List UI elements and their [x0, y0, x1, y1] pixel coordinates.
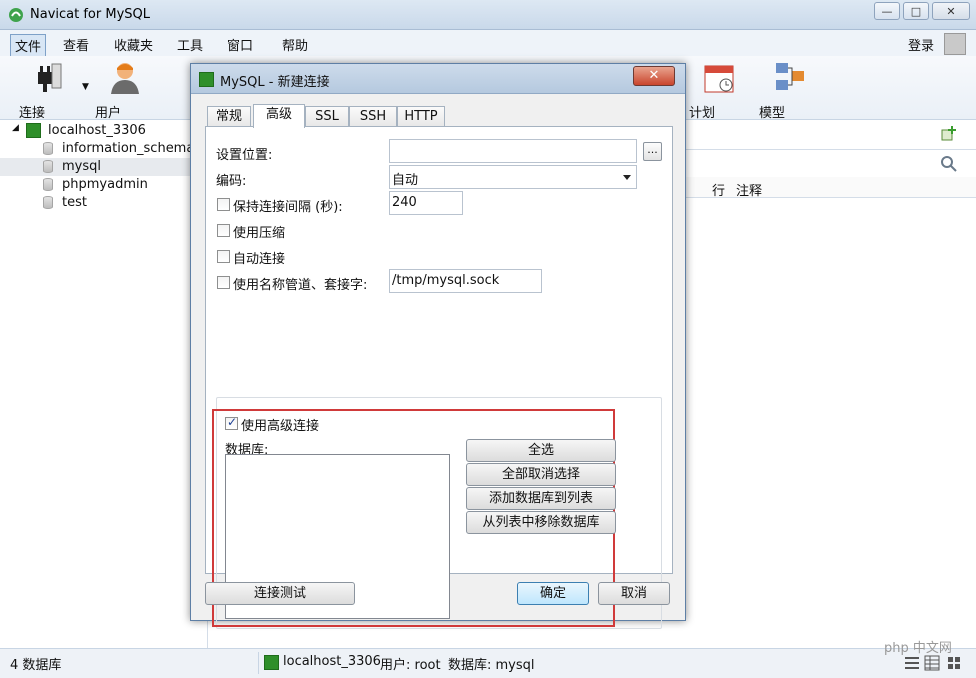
login-link[interactable]: 登录 — [908, 35, 934, 54]
autoconnect-label: 自动连接 — [233, 252, 286, 267]
settings-location-input[interactable] — [389, 139, 637, 163]
column-comment[interactable]: 注释 — [736, 180, 762, 199]
menu-window[interactable]: 窗口 — [223, 34, 257, 55]
database-icon — [43, 142, 53, 155]
window-title: Navicat for MySQL — [30, 7, 150, 22]
plug-icon — [38, 63, 62, 92]
menu-help[interactable]: 帮助 — [278, 34, 312, 55]
database-name: information_schema — [62, 141, 195, 156]
test-connection-button[interactable]: 连接测试 — [205, 582, 355, 605]
mysql-connection-icon — [199, 72, 214, 87]
minimize-button[interactable]: — — [874, 2, 900, 20]
tab-http[interactable]: HTTP — [397, 106, 445, 127]
tree-connection[interactable]: ◢ localhost_3306 — [0, 122, 208, 140]
tab-general[interactable]: 常规 — [207, 106, 251, 127]
menu-bar: 文件 查看 收藏夹 工具 窗口 帮助 登录 — [0, 30, 976, 57]
browse-button[interactable]: ... — [643, 142, 662, 161]
keepalive-label: 保持连接间隔 (秒): — [233, 200, 343, 215]
database-name: test — [62, 195, 87, 210]
expand-arrow-icon[interactable]: ◢ — [12, 123, 19, 133]
dialog-title-bar[interactable]: MySQL - 新建连接 ✕ — [191, 64, 685, 94]
add-table-icon[interactable] — [940, 125, 958, 143]
advanced-connection-checkbox[interactable] — [225, 415, 238, 430]
new-connection-dialog: MySQL - 新建连接 ✕ 常规 高级 SSL SSH HTTP 设置位置: … — [190, 63, 686, 629]
database-count: 4 数据库 — [10, 658, 62, 673]
database-icon — [43, 178, 53, 191]
tree-db-information-schema[interactable]: information_schema — [0, 140, 208, 158]
connection-name: localhost_3306 — [48, 123, 146, 138]
connect-label: 连接 — [19, 106, 46, 121]
database-icon — [43, 160, 53, 173]
named-pipe-checkbox[interactable] — [217, 276, 230, 289]
autoconnect-checkbox[interactable] — [217, 250, 230, 263]
encoding-label: 编码: — [216, 174, 247, 189]
tree-db-phpmyadmin[interactable]: phpmyadmin — [0, 176, 208, 194]
calendar-icon — [704, 65, 734, 93]
database-name: phpmyadmin — [62, 177, 148, 192]
user-label: 用户 — [95, 106, 122, 121]
add-database-button[interactable]: 添加数据库到列表 — [466, 487, 616, 510]
tab-ssl[interactable]: SSL — [305, 106, 349, 127]
chevron-down-icon — [623, 175, 631, 180]
remove-database-button[interactable]: 从列表中移除数据库 — [466, 511, 616, 534]
maximize-button[interactable]: □ — [903, 2, 929, 20]
settings-location-label: 设置位置: — [216, 148, 273, 163]
database-icon — [43, 196, 53, 209]
status-divider — [258, 652, 259, 674]
dialog-title: MySQL - 新建连接 — [220, 75, 330, 90]
tree-db-mysql[interactable]: mysql — [0, 158, 208, 176]
compression-label: 使用压缩 — [233, 226, 286, 241]
ok-button[interactable]: 确定 — [517, 582, 589, 605]
menu-file[interactable]: 文件 — [10, 34, 47, 57]
encoding-value: 自动 — [392, 173, 419, 188]
keepalive-input[interactable]: 240 — [389, 191, 463, 215]
connect-button[interactable]: 连接 — [19, 60, 79, 121]
detail-view-icon[interactable] — [924, 655, 940, 671]
cancel-button[interactable]: 取消 — [598, 582, 670, 605]
model-label: 模型 — [759, 106, 786, 121]
connection-icon — [264, 655, 279, 670]
dialog-close-button[interactable]: ✕ — [633, 66, 675, 86]
schedule-label: 计划 — [689, 106, 716, 121]
menu-view[interactable]: 查看 — [59, 34, 93, 55]
column-rows[interactable]: 行 — [712, 180, 725, 199]
tab-advanced[interactable]: 高级 — [253, 104, 305, 128]
object-list-header: 行 注释 — [680, 177, 976, 199]
user-icon — [111, 63, 139, 94]
database-name: mysql — [62, 159, 101, 174]
connection-icon — [26, 123, 41, 138]
menu-tools[interactable]: 工具 — [173, 34, 207, 55]
tab-ssh[interactable]: SSH — [349, 106, 397, 127]
status-connection: localhost_3306 — [283, 654, 381, 669]
watermark: php 中文网 — [884, 641, 952, 656]
model-icon — [776, 63, 804, 90]
title-bar: Navicat for MySQL — □ ✕ — [0, 0, 976, 30]
navicat-logo-icon — [9, 8, 23, 22]
tree-db-test[interactable]: test — [0, 194, 208, 212]
connection-tree: ◢ localhost_3306 information_schema mysq… — [0, 120, 208, 648]
keepalive-checkbox[interactable] — [217, 198, 230, 211]
connect-dropdown-icon[interactable]: ▼ — [82, 82, 89, 92]
status-bar: 4 数据库 localhost_3306 用户: root 数据库: mysql… — [0, 641, 976, 678]
status-database: 数据库: mysql — [448, 658, 535, 673]
named-pipe-input[interactable]: /tmp/mysql.sock — [389, 269, 542, 293]
avatar[interactable] — [944, 33, 966, 55]
deselect-all-button[interactable]: 全部取消选择 — [466, 463, 616, 486]
search-icon[interactable] — [940, 155, 958, 173]
named-pipe-label: 使用名称管道、套接字: — [233, 278, 368, 293]
select-all-button[interactable]: 全选 — [466, 439, 616, 462]
list-view-icon[interactable] — [904, 655, 920, 671]
model-button[interactable]: 模型 — [759, 60, 819, 121]
status-user: 用户: root — [380, 658, 441, 673]
compression-checkbox[interactable] — [217, 224, 230, 237]
icon-view-icon[interactable] — [946, 655, 962, 671]
close-button[interactable]: ✕ — [932, 2, 970, 20]
advanced-connection-label: 使用高级连接 — [241, 419, 320, 434]
encoding-select[interactable]: 自动 — [389, 165, 637, 189]
user-button[interactable]: 用户 — [95, 60, 155, 121]
advanced-panel: 设置位置: ... 编码: 自动 保持连接间隔 (秒): 240 使用压缩 自动… — [205, 126, 673, 629]
menu-favorites[interactable]: 收藏夹 — [110, 34, 157, 55]
schedule-button[interactable]: 计划 — [689, 60, 749, 121]
